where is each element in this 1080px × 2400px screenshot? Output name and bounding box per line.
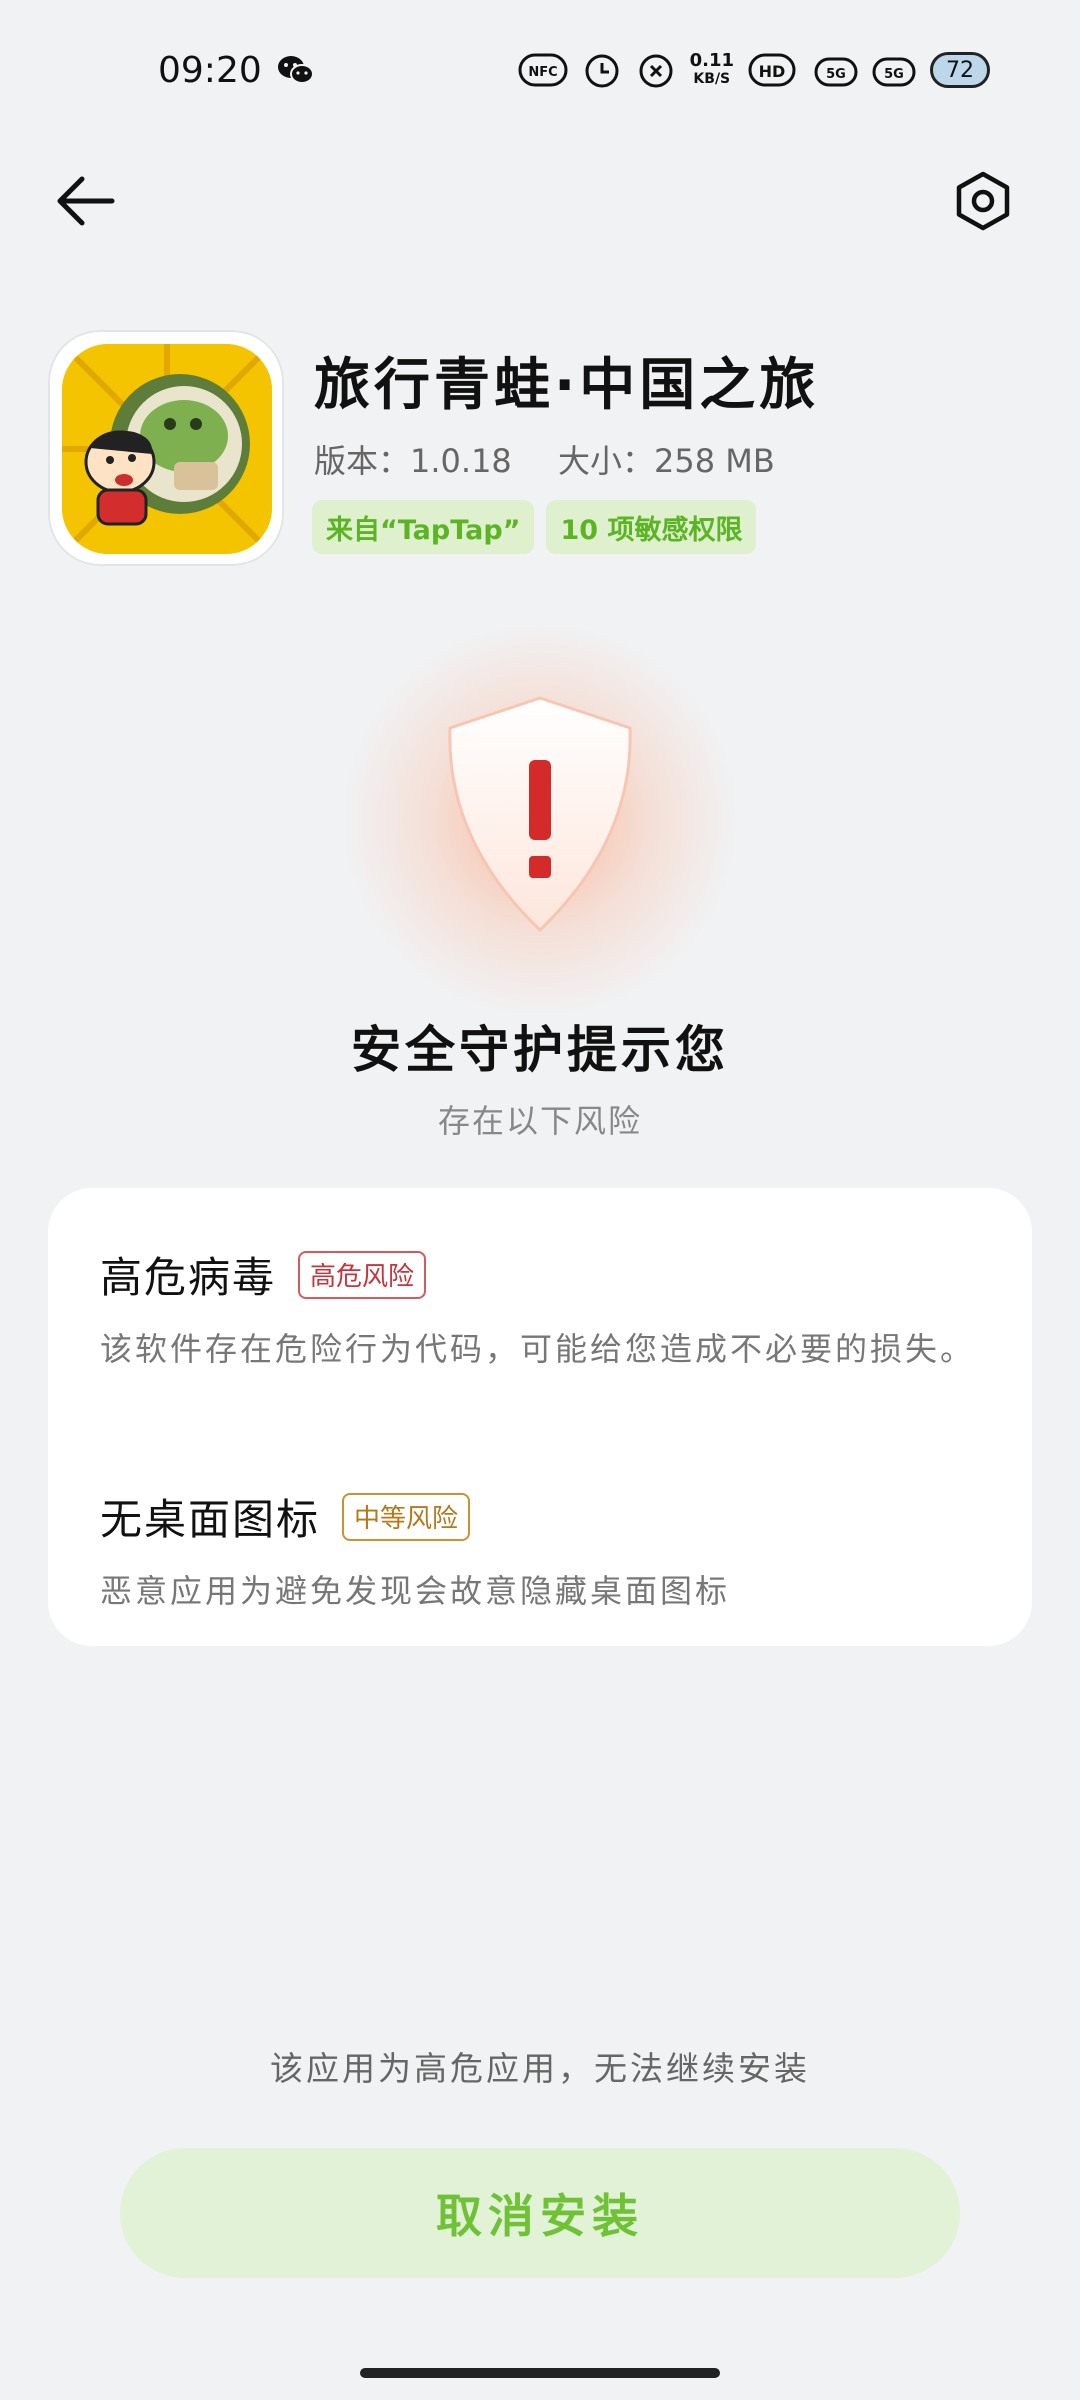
warning-title: 安全守护提示您 [351, 1021, 729, 1079]
battery-icon: 72 [930, 50, 990, 90]
network-speed-unit: KB/S [693, 71, 731, 87]
network-speed: 0.11 KB/S [690, 50, 734, 90]
risk-item-no-desktop-icon: 无桌面图标 中等风险 恶意应用为避免发现会故意隐藏桌面图标 [100, 1486, 980, 1619]
risk-name: 无桌面图标 [100, 1495, 321, 1544]
hd-label: HD [759, 62, 786, 81]
status-bar: 09:20 NFC 0.11 KB/S HD 5G 5G 72 [0, 0, 1080, 140]
app-meta: 版本：1.0.18 大小：258 MB [314, 436, 775, 482]
app-size: 大小：258 MB [557, 442, 775, 480]
install-blocked-notice: 该应用为高危应用，无法继续安装 [270, 2049, 810, 2088]
settings-hexagon-icon[interactable] [952, 170, 1014, 232]
risk-card: 高危病毒 高危风险 该软件存在危险行为代码，可能给您造成不必要的损失。 无桌面图… [48, 1188, 1032, 1646]
cancel-install-button[interactable]: 取消安装 [120, 2148, 960, 2278]
risk-name: 高危病毒 [100, 1253, 277, 1302]
signal-label-2: 5G [884, 67, 904, 82]
app-icon [62, 344, 272, 554]
status-time: 09:20 [158, 50, 262, 91]
risk-description: 该软件存在危险行为代码，可能给您造成不必要的损失。 [100, 1330, 976, 1368]
nfc-label: NFC [528, 65, 557, 80]
risk-badge-medium: 中等风险 [342, 1492, 471, 1541]
shield-warning-icon [448, 696, 632, 933]
app-name: 旅行青蛙·中国之旅 [314, 353, 820, 418]
alarm-icon [582, 50, 622, 90]
wechat-notification-icon [278, 56, 314, 84]
risk-description: 恶意应用为避免发现会故意隐藏桌面图标 [100, 1572, 731, 1610]
back-arrow-icon[interactable] [52, 168, 118, 234]
app-tags: 来自“TapTap” 10 项敏感权限 [312, 500, 757, 554]
warning-subtitle: 存在以下风险 [437, 1102, 642, 1140]
nfc-icon: NFC [518, 50, 568, 90]
risk-badge-high: 高危风险 [298, 1250, 427, 1299]
signal-5g-icon: 5G [814, 50, 858, 90]
signal-label-1: 5G [826, 67, 846, 82]
signal-5g-icon: 5G [872, 50, 916, 90]
battery-level: 72 [930, 52, 990, 88]
permissions-tag[interactable]: 10 项敏感权限 [546, 500, 757, 554]
app-version: 版本：1.0.18 [314, 442, 512, 480]
status-icons: NFC 0.11 KB/S HD 5G 5G 72 [518, 50, 990, 90]
hd-icon: HD [748, 50, 800, 90]
risk-item-high-virus: 高危病毒 高危风险 该软件存在危险行为代码，可能给您造成不必要的损失。 [100, 1244, 980, 1377]
network-speed-value: 0.11 [689, 50, 734, 71]
mute-icon [636, 50, 676, 90]
home-indicator[interactable] [360, 2368, 720, 2378]
source-tag[interactable]: 来自“TapTap” [312, 500, 535, 554]
